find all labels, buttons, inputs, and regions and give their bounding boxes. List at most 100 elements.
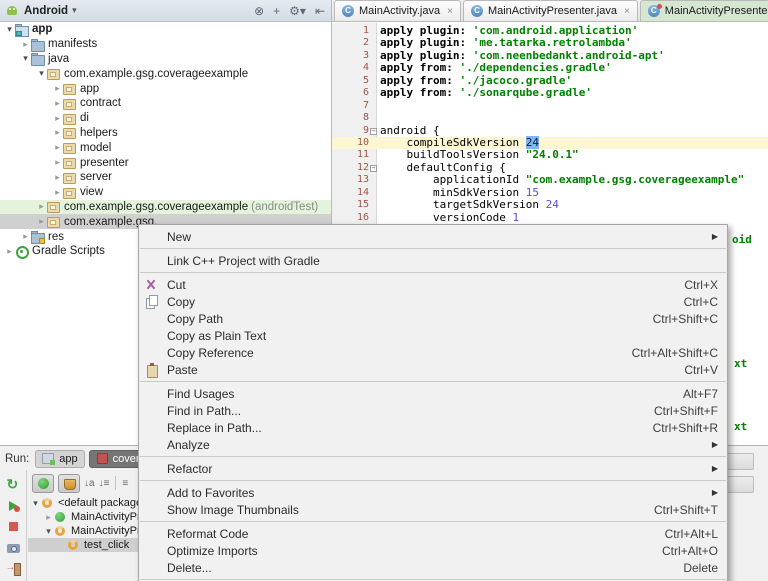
menu-item[interactable]: Copy Path Ctrl+Shift+C (139, 310, 727, 327)
test-tree-item[interactable]: <default package> (28, 496, 139, 510)
collapsed-arrow-icon[interactable] (20, 39, 31, 50)
tree-item[interactable]: java (0, 52, 331, 67)
tree-item-label: contract (80, 97, 121, 110)
collapsed-arrow-icon[interactable] (52, 113, 63, 124)
code-text: apply from: './sonarqube.gradle' (378, 86, 592, 99)
collapsed-arrow-icon[interactable] (43, 512, 54, 523)
tree-item-label: com.example.gsg.coverageexample (64, 200, 249, 213)
menu-item[interactable]: Find Usages Alt+F7 (139, 385, 727, 402)
collapsed-arrow-icon[interactable] (20, 231, 31, 242)
package-icon (63, 112, 76, 125)
code-line[interactable]: 7 (332, 100, 768, 112)
expanded-arrow-icon[interactable] (30, 498, 41, 509)
hide-panel-icon[interactable]: ⇤ (315, 4, 325, 18)
package-icon (63, 156, 76, 170)
menu-item-shortcut: Ctrl+Shift+C (652, 311, 718, 326)
menu-item[interactable]: Refactor ▶ (139, 460, 727, 477)
collapsed-arrow-icon[interactable] (52, 127, 63, 138)
menu-item[interactable]: New ▶ (139, 228, 727, 245)
menu-item[interactable]: Show Image Thumbnails Ctrl+Shift+T (139, 501, 727, 518)
editor-tab-label: MainActivity.java (359, 5, 441, 17)
collapsed-arrow-icon[interactable] (52, 157, 63, 168)
stop-icon[interactable] (7, 520, 20, 533)
tree-item[interactable]: helpers (0, 126, 331, 141)
menu-item[interactable]: Add to Favorites ▶ (139, 484, 727, 501)
package-icon (47, 67, 60, 81)
rerun-icon[interactable] (7, 476, 20, 493)
collapsed-arrow-icon[interactable] (52, 98, 63, 109)
expanded-arrow-icon[interactable] (20, 53, 31, 64)
editor-tab-label: MainActivityPresenterTests.java (664, 5, 768, 17)
fold-marker-icon[interactable]: − (370, 164, 377, 172)
rerun-failed-tests-icon[interactable] (7, 499, 20, 512)
fold-column: − (369, 162, 378, 174)
test-tree-item[interactable]: MainActivityPre (28, 510, 139, 524)
project-view-selector[interactable]: Android (24, 5, 68, 17)
close-icon[interactable]: × (624, 6, 630, 17)
menu-item-shortcut: Ctrl+Shift+F (653, 403, 718, 418)
expanded-arrow-icon[interactable] (4, 24, 15, 35)
menu-item[interactable]: Paste Ctrl+V (139, 361, 727, 378)
tree-item[interactable]: model (0, 140, 331, 155)
menu-item[interactable]: Find in Path... Ctrl+Shift+F (139, 402, 727, 419)
menu-item[interactable]: Optimize Imports Ctrl+Alt+O (139, 542, 727, 559)
gear-icon[interactable]: ⚙▾ (289, 4, 306, 18)
menu-item-label: Copy Path (167, 311, 224, 326)
run-config-tab[interactable]: app (35, 449, 85, 468)
show-passed-toggle[interactable] (32, 473, 54, 493)
tree-item[interactable]: di (0, 111, 331, 126)
menu-item[interactable]: Copy Reference Ctrl+Alt+Shift+C (139, 344, 727, 361)
code-line[interactable]: 6 apply from: './sonarqube.gradle' (332, 86, 768, 99)
menu-item[interactable]: Replace in Path... Ctrl+Shift+R (139, 419, 727, 436)
collapsed-arrow-icon[interactable] (52, 187, 63, 198)
menu-item[interactable]: Reformat Code Ctrl+Alt+L (139, 525, 727, 542)
menu-item[interactable]: Cut Ctrl+X (139, 276, 727, 293)
expand-all-icon[interactable]: ≡ (122, 477, 128, 490)
editor-tab[interactable]: MainActivityPresenter.java × (462, 0, 638, 21)
editor-tab[interactable]: MainActivity.java × (334, 0, 461, 21)
expanded-arrow-icon[interactable] (43, 526, 54, 537)
expanded-arrow-icon[interactable] (36, 68, 47, 79)
menu-item[interactable]: Copy Ctrl+C (139, 293, 727, 310)
menu-item[interactable]: Link C++ Project with Gradle (139, 252, 727, 269)
show-ignored-toggle[interactable] (58, 473, 80, 493)
close-icon[interactable]: ⊗ (254, 4, 264, 18)
tree-item[interactable]: com.example.gsg.coverageexample(androidT… (0, 199, 331, 215)
collapsed-arrow-icon[interactable] (52, 172, 63, 183)
sort-by-duration-icon[interactable]: ↓≡ (99, 477, 110, 490)
menu-item[interactable]: Copy as Plain Text (139, 327, 727, 344)
tree-item[interactable]: contract (0, 96, 331, 111)
editor-scroll-button[interactable] (727, 453, 754, 470)
menu-item[interactable]: Delete... Delete (139, 559, 727, 576)
collapsed-arrow-icon[interactable] (36, 201, 47, 212)
menu-item[interactable]: Analyze ▶ (139, 436, 727, 453)
collapsed-arrow-icon[interactable] (4, 246, 15, 257)
fold-marker-icon[interactable]: − (370, 127, 377, 135)
chevron-down-icon[interactable]: ▾ (72, 5, 77, 16)
code-segment: 'com.android.application' (472, 24, 639, 37)
collapsed-arrow-icon[interactable] (52, 142, 63, 153)
tree-item[interactable]: presenter (0, 155, 331, 170)
close-icon[interactable]: × (447, 6, 453, 17)
tree-item[interactable]: app (0, 81, 331, 96)
fold-column (369, 112, 378, 124)
editor-scroll-button[interactable] (727, 476, 754, 493)
exit-icon[interactable] (6, 562, 21, 576)
sort-alphabetically-icon[interactable]: ↓a (84, 477, 95, 490)
editor-tab[interactable]: MainActivityPresenterTests.java× (639, 0, 768, 21)
code-line[interactable]: 16 versionCode 1 (332, 210, 768, 224)
code-segment: 1 (512, 210, 520, 224)
tree-item[interactable]: manifests (0, 37, 331, 52)
screenshot-icon[interactable] (6, 541, 20, 554)
tree-item[interactable]: app (0, 22, 331, 37)
menu-item-shortcut: Ctrl+V (684, 362, 718, 377)
tree-item[interactable]: server (0, 170, 331, 185)
menu-item-label: Show Image Thumbnails (167, 502, 299, 517)
tree-item[interactable]: view (0, 185, 331, 200)
test-tree-item[interactable]: MainActivityPre (28, 524, 139, 538)
locate-icon[interactable]: + (273, 4, 280, 18)
collapsed-arrow-icon[interactable] (52, 83, 63, 94)
tree-item[interactable]: com.example.gsg.coverageexample (0, 66, 331, 81)
test-tree-item[interactable]: test_click (28, 538, 139, 552)
collapsed-arrow-icon[interactable] (36, 216, 47, 227)
